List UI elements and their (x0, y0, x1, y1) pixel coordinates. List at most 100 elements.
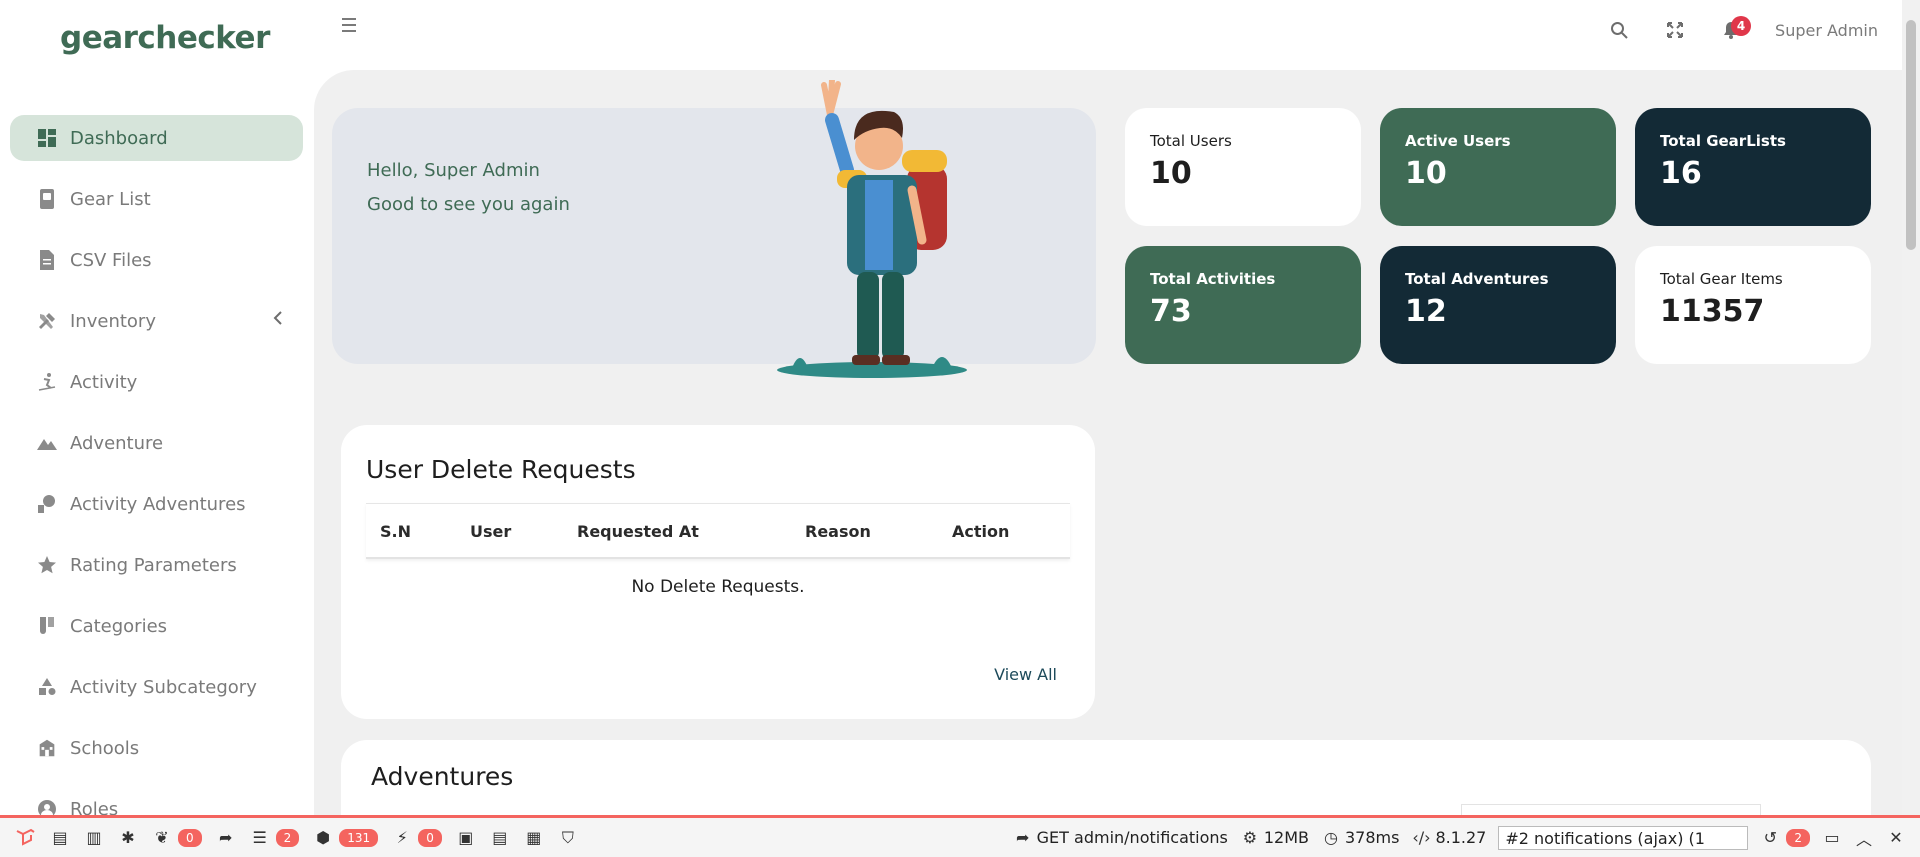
debug-bar: ▤ ▥ ✱ ❦ 0 ➦ ☰ 2 ⬢ 131 ⚡ 0 ▣ ▤ ▦ ⛉ ➦ GET … (0, 815, 1920, 857)
stat-label: Total Activities (1150, 270, 1276, 288)
sidebar-item-label: Activity Adventures (70, 493, 246, 515)
exceptions-tab[interactable]: ✱ (118, 828, 138, 847)
mail-tab[interactable]: ▣ (456, 828, 476, 847)
history-tab[interactable]: ↺ 2 (1760, 828, 1810, 847)
sidebar-item-label: Adventure (70, 432, 164, 454)
laravel-logo-icon[interactable] (14, 827, 36, 849)
queries-tab[interactable]: ☰ 2 (250, 828, 300, 847)
sidebar-item-label: Dashboard (70, 127, 168, 149)
open-folder-button[interactable]: ▭ (1822, 828, 1842, 847)
user-menu[interactable]: Super Admin (1775, 21, 1878, 40)
card-title: User Delete Requests (366, 455, 636, 484)
column-header: Requested At (577, 522, 699, 541)
stat-label: Total Adventures (1405, 270, 1549, 288)
sidebar-item-schools[interactable]: Schools (10, 725, 303, 771)
chevron-left-icon[interactable] (273, 310, 283, 330)
cogs-icon: ⚙ (1242, 828, 1258, 847)
stat-card-active-users: Active Users 10 (1380, 108, 1616, 226)
time-info: ◷ 378ms (1321, 828, 1399, 847)
models-count-badge: 131 (339, 828, 379, 847)
chevron-up-icon: ︿ (1855, 829, 1872, 849)
skier-icon (36, 371, 58, 393)
delete-requests-card: User Delete Requests S.N User Requested … (341, 425, 1095, 719)
list-icon: ▤ (52, 828, 68, 847)
stat-label: Total GearLists (1660, 132, 1786, 150)
search-icon[interactable] (1607, 18, 1631, 42)
history-count-badge: 2 (1786, 828, 1810, 847)
page-scrollbar[interactable] (1902, 0, 1920, 815)
memory-info: ⚙ 12MB (1240, 828, 1309, 847)
tags-icon: ⛉ (561, 827, 574, 847)
topbar: 4 Super Admin (314, 0, 1902, 70)
app-logo[interactable]: gearchecker (60, 20, 270, 56)
scrollbar-thumb[interactable] (1906, 20, 1916, 250)
tags-tab[interactable]: ⛉ (558, 827, 578, 847)
card-title: Adventures (371, 762, 514, 791)
request-select[interactable]: #2 notifications (ajax) (1 (1498, 825, 1749, 850)
notification-count-badge: 4 (1731, 16, 1752, 36)
fullscreen-icon[interactable] (1663, 18, 1687, 42)
table-header: S.N User Requested At Reason Action (366, 503, 1070, 559)
sidebar-item-adventure[interactable]: Adventure (10, 420, 303, 466)
sidebar-item-gear-list[interactable]: Gear List (10, 176, 303, 222)
empty-state-message: No Delete Requests. (631, 577, 805, 597)
topbar-actions: 4 Super Admin (1607, 16, 1890, 42)
close-debugbar-button[interactable]: ✕ (1886, 828, 1906, 847)
adventures-card: Adventures (341, 740, 1871, 815)
categories-icon (36, 615, 58, 637)
mountain-icon (36, 432, 58, 454)
sidebar: gearchecker Dashboard Gear List CSV File… (0, 0, 314, 820)
sidebar-item-label: Activity Subcategory (70, 676, 257, 698)
request-list-icon: ▤ (492, 828, 508, 847)
hiker-illustration (777, 80, 967, 378)
dashboard-icon (36, 127, 58, 149)
messages-tab[interactable]: ▤ (50, 828, 70, 847)
menu-icon[interactable] (342, 18, 362, 38)
close-icon: ✕ (1889, 828, 1903, 847)
clock-icon: ◷ (1324, 828, 1338, 847)
activity-adventure-icon (36, 493, 58, 515)
sidebar-item-activity-adventures[interactable]: Activity Adventures (10, 481, 303, 527)
stat-card-total-activities: Total Activities 73 (1125, 246, 1361, 364)
shapes-icon (36, 676, 58, 698)
sidebar-item-categories[interactable]: Categories (10, 603, 303, 649)
bell-icon[interactable]: 4 (1719, 16, 1752, 42)
school-icon (36, 737, 58, 759)
events-tab[interactable]: ⚡ 0 (392, 828, 442, 847)
column-header: Action (952, 522, 1010, 541)
sidebar-nav: Dashboard Gear List CSV Files Inventory (10, 115, 303, 847)
view-all-link[interactable]: View All (994, 665, 1057, 684)
history-icon: ↺ (1763, 828, 1778, 847)
sidebar-item-label: Inventory (70, 310, 156, 332)
stat-card-total-users: Total Users 10 (1125, 108, 1361, 226)
adventures-table-header (1461, 804, 1761, 815)
stat-value: 73 (1150, 294, 1192, 329)
database-icon: ☰ (252, 828, 267, 847)
share-icon: ➦ (1015, 828, 1030, 847)
events-count-badge: 0 (418, 828, 442, 847)
stat-label: Active Users (1405, 132, 1511, 150)
cubes-icon: ⬢ (316, 828, 331, 847)
sidebar-item-label: Gear List (70, 188, 151, 210)
sidebar-item-label: Categories (70, 615, 168, 637)
code-icon: ‹/› (1412, 828, 1431, 847)
request-tab[interactable]: ▤ (490, 828, 510, 847)
tools-icon (36, 310, 58, 332)
bolt-icon: ⚡ (396, 828, 408, 847)
queries-count-badge: 2 (275, 828, 300, 847)
sidebar-item-rating-parameters[interactable]: Rating Parameters (10, 542, 303, 588)
sidebar-item-activity[interactable]: Activity (10, 359, 303, 405)
models-tab[interactable]: ⬢ 131 (313, 828, 379, 847)
views-tab[interactable]: ❦ 0 (152, 828, 202, 847)
sidebar-item-dashboard[interactable]: Dashboard (10, 115, 303, 161)
session-tab[interactable]: ▦ (524, 828, 544, 847)
sidebar-item-inventory[interactable]: Inventory (10, 298, 303, 344)
sidebar-item-csv-files[interactable]: CSV Files (10, 237, 303, 283)
file-icon (36, 249, 58, 271)
route-tab[interactable]: ➦ (216, 828, 236, 847)
maximize-button[interactable]: ︿ (1854, 829, 1874, 849)
bug-icon: ✱ (121, 828, 135, 847)
timeline-tab[interactable]: ▥ (84, 828, 104, 847)
sidebar-item-activity-subcategory[interactable]: Activity Subcategory (10, 664, 303, 710)
leaf-icon: ❦ (155, 828, 169, 847)
